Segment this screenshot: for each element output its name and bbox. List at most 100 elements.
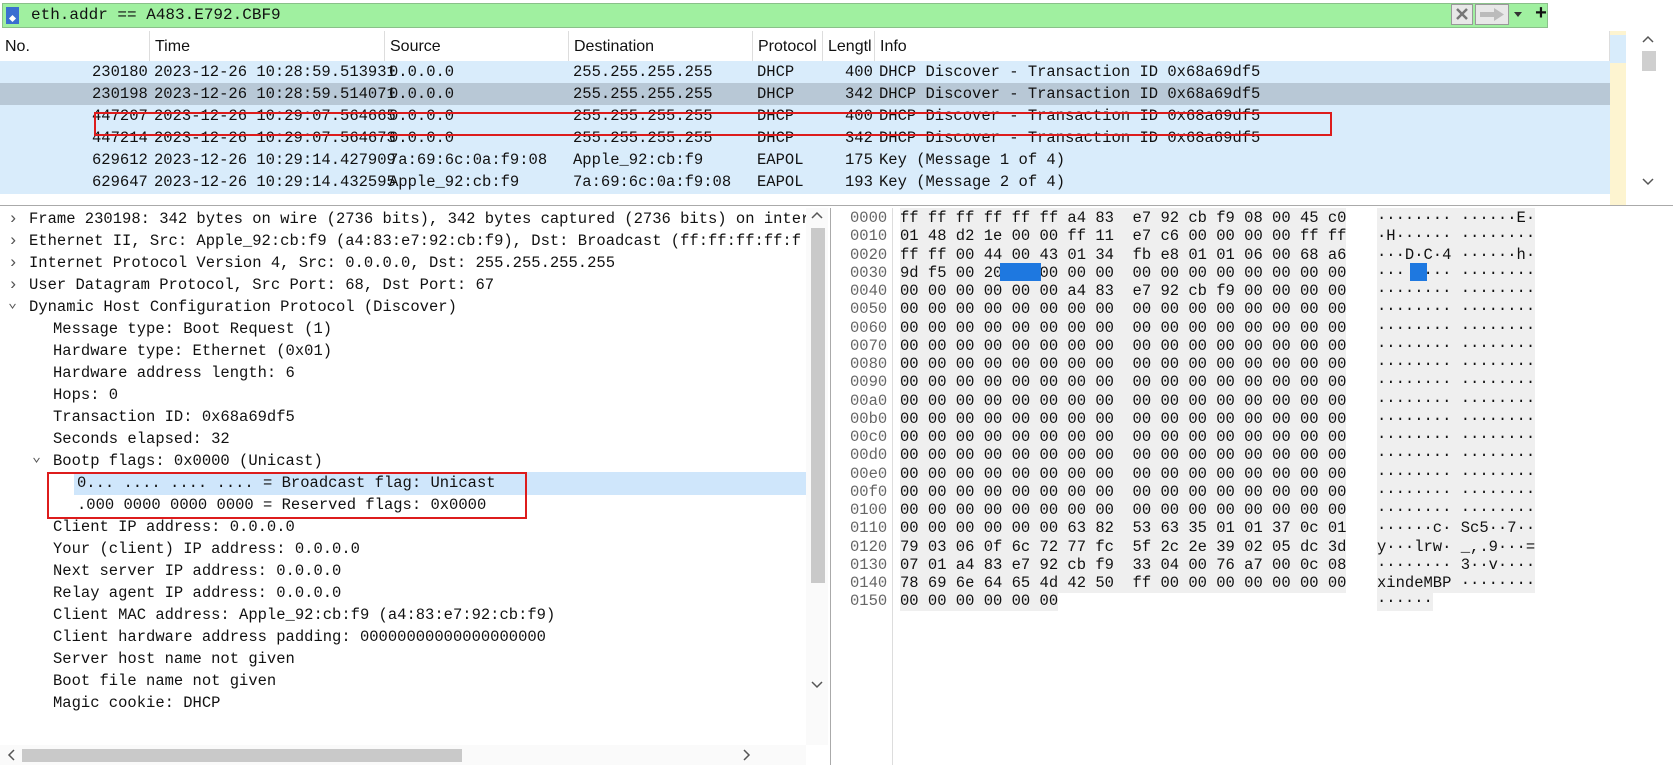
hex-ascii[interactable]: ········ ········ [1377,463,1536,484]
hex-bytes[interactable]: 00 00 00 00 00 00 00 00 00 00 00 00 00 0… [900,372,1347,393]
display-filter-input[interactable]: eth.addr == A483.E792.CBF9 [2,3,1548,28]
add-filter-button[interactable]: + [1530,3,1552,25]
column-header-destination[interactable]: Destination [569,31,753,61]
packet-cell-time: 2023-12-26 10:28:59.513931 [154,63,396,81]
hex-bytes[interactable]: ff ff ff ff ff ff a4 83 e7 92 cb f9 08 0… [900,208,1347,228]
packet-cell-dst: 255.255.255.255 [573,85,713,103]
collapse-arrow-icon[interactable]: ⌄ [32,446,41,469]
packet-row[interactable]: 629612 2023-12-26 10:29:14.427909 7a:69:6c… [0,149,1610,172]
hex-ascii[interactable]: ········ ········ [1377,445,1536,466]
clear-filter-icon[interactable] [1451,4,1473,25]
detail-tree-row[interactable]: Seconds elapsed: 32 [0,428,806,451]
detail-tree-row[interactable]: Server host name not given [0,648,806,671]
detail-tree-row[interactable]: › User Datagram Protocol, Src Port: 68, D… [0,274,806,297]
hex-bytes[interactable]: 01 48 d2 1e 00 00 ff 11 e7 c6 00 00 00 0… [900,226,1347,247]
detail-tree-row[interactable]: › Frame 230198: 342 bytes on wire (2736 b… [0,208,810,231]
hex-bytes[interactable]: 00 00 00 00 00 00 00 00 00 00 00 00 00 0… [900,354,1347,374]
detail-tree-row[interactable]: Hops: 0 [0,384,806,407]
hex-bytes[interactable]: 00 00 00 00 00 00 00 00 00 00 00 00 00 0… [900,390,1347,411]
detail-tree-text: User Datagram Protocol, Src Port: 68, Ds… [29,276,495,294]
detail-tree-row[interactable]: Client MAC address: Apple_92:cb:f9 (a4:8… [0,604,806,627]
packet-row[interactable]: 230198 2023-12-26 10:28:59.514071 0.0.0.0 2… [0,83,1610,106]
hex-ascii[interactable]: ········ ········ [1377,372,1536,393]
hex-bytes[interactable]: 00 00 00 00 00 00 63 82 53 63 35 01 01 3… [900,518,1347,539]
detail-tree-row[interactable]: Magic cookie: DHCP [0,692,806,715]
hex-ascii[interactable]: ········ ········ [1377,281,1536,301]
hex-bytes[interactable]: 00 00 00 00 00 00 [900,591,1059,612]
filter-history-dropdown-icon[interactable] [1510,4,1528,25]
detail-tree-row[interactable]: Hardware type: Ethernet (0x01) [0,340,806,363]
packet-row[interactable]: 230180 2023-12-26 10:28:59.513931 0.0.0.0 2… [0,61,1610,84]
hex-ascii[interactable]: ········ 3··v···· [1377,554,1536,575]
hex-ascii[interactable]: ········ ········ [1377,500,1536,520]
column-header-info[interactable]: Info [875,31,1610,61]
detail-tree-row[interactable]: Transaction ID: 0x68a69df5 [0,406,806,429]
hex-ascii[interactable]: ········ ········ [1377,427,1536,447]
detail-tree-row[interactable]: Client IP address: 0.0.0.0 [0,516,806,539]
detail-tree-row[interactable]: Boot file name not given [0,670,806,693]
hex-ascii[interactable]: ······ [1377,591,1433,612]
bookmark-icon[interactable] [6,7,19,24]
column-header-protocol[interactable]: Protocol [753,31,823,61]
hex-bytes[interactable]: ff ff 00 44 00 43 01 34 fb e8 01 01 06 0… [900,244,1347,265]
detail-tree-text: Boot file name not given [53,672,277,690]
hex-bytes[interactable]: 00 00 00 00 00 00 00 00 00 00 00 00 00 0… [900,299,1347,320]
detail-tree-row[interactable]: ⌄ Dynamic Host Configuration Protocol (Di… [0,295,806,319]
hex-bytes[interactable]: 00 00 00 00 00 00 00 00 00 00 00 00 00 0… [900,408,1347,429]
detail-tree-row[interactable]: Hardware address length: 6 [0,362,806,385]
column-header-no[interactable]: No. [0,31,150,61]
detail-tree-row[interactable]: Relay agent IP address: 0.0.0.0 [0,582,806,605]
hex-bytes[interactable]: 00 00 00 00 00 00 00 00 00 00 00 00 00 0… [900,445,1347,466]
hex-bytes[interactable]: 00 00 00 00 00 00 00 00 00 00 00 00 00 0… [900,481,1347,502]
hex-ascii[interactable]: ······c· Sc5··7·· [1377,518,1536,539]
detail-tree-row[interactable]: Your (client) IP address: 0.0.0.0 [0,538,806,561]
hex-ascii[interactable]: ·H······ ········ [1377,226,1536,247]
hex-ascii[interactable]: ········ ········ [1377,390,1536,411]
hex-ascii[interactable]: ········ ········ [1377,481,1536,502]
hex-bytes[interactable]: 00 00 00 00 00 00 00 00 00 00 00 00 00 0… [900,463,1347,484]
expand-arrow-icon[interactable]: › [8,252,18,275]
hex-bytes[interactable]: 9d f5 00 20 00 00 00 00 00 00 00 00 00 0… [900,262,1347,283]
detail-tree-row[interactable]: Client hardware address padding: 0000000… [0,626,806,649]
packet-list-scrollbar[interactable] [1626,31,1673,205]
hex-bytes[interactable]: 00 00 00 00 00 00 00 00 00 00 00 00 00 0… [900,427,1347,447]
hex-bytes[interactable]: 00 00 00 00 00 00 a4 83 e7 92 cb f9 00 0… [900,281,1347,301]
detail-tree-row[interactable]: ⌄ Bootp flags: 0x0000 (Unicast) [0,449,806,473]
hex-ascii[interactable]: xindeMBP ········ [1377,573,1536,593]
details-horizontal-scroll-thumb[interactable] [22,749,462,762]
packet-list-pane: No. Time Source Destination Protocol Len… [0,31,1673,206]
expand-arrow-icon[interactable]: › [8,208,18,231]
hex-ascii[interactable]: ········ ········ [1377,354,1536,374]
hex-bytes[interactable]: 79 03 06 0f 6c 72 77 fc 5f 2c 2e 39 02 0… [900,536,1347,557]
hex-ascii[interactable]: ········ ······E· [1377,208,1536,228]
hex-ascii[interactable]: ········ ········ [1377,335,1536,356]
packet-row[interactable]: 629647 2023-12-26 10:29:14.432595 Apple_92… [0,171,1610,194]
details-vertical-scroll-thumb[interactable] [811,228,825,583]
column-header-source[interactable]: Source [385,31,569,61]
detail-tree-row[interactable]: › Ethernet II, Src: Apple_92:cb:f9 (a4:83… [0,230,806,253]
hex-ascii[interactable]: y···lrw· _,.9···= [1377,536,1536,557]
hex-bytes[interactable]: 00 00 00 00 00 00 00 00 00 00 00 00 00 0… [900,335,1347,356]
hex-bytes[interactable]: 00 00 00 00 00 00 00 00 00 00 00 00 00 0… [900,500,1347,520]
apply-filter-arrow-icon[interactable] [1475,4,1509,25]
hex-ascii[interactable]: ········ ········ [1377,317,1536,338]
detail-tree-row[interactable]: › Internet Protocol Version 4, Src: 0.0.0… [0,252,806,275]
hex-ascii[interactable]: ··· ···· ········ [1377,262,1536,283]
hex-bytes[interactable]: 00 00 00 00 00 00 00 00 00 00 00 00 00 0… [900,317,1347,338]
column-header-time[interactable]: Time [150,31,385,61]
detail-tree-row[interactable]: Next server IP address: 0.0.0.0 [0,560,806,583]
collapse-arrow-icon[interactable]: ⌄ [8,292,17,315]
hex-bytes[interactable]: 78 69 6e 64 65 4d 42 50 ff 00 00 00 00 0… [900,573,1347,593]
packet-cell-info: Key (Message 2 of 4) [879,173,1066,191]
packet-cell-info: DHCP Discover - Transaction ID 0x68a69df… [879,63,1261,81]
hex-ascii[interactable]: ········ ········ [1377,299,1536,320]
detail-tree-text: Transaction ID: 0x68a69df5 [53,408,295,426]
column-header-length[interactable]: Lengtl [823,31,875,61]
hex-offset: 00b0 [850,409,888,428]
hex-ascii[interactable]: ···D·C·4 ······h· [1377,244,1536,265]
hex-bytes[interactable]: 07 01 a4 83 e7 92 cb f9 33 04 00 76 a7 0… [900,554,1347,575]
hex-ascii[interactable]: ········ ········ [1377,408,1536,429]
expand-arrow-icon[interactable]: › [8,230,18,253]
packet-list-header: No. Time Source Destination Protocol Len… [0,31,1626,62]
detail-tree-row[interactable]: Message type: Boot Request (1) [0,318,806,341]
